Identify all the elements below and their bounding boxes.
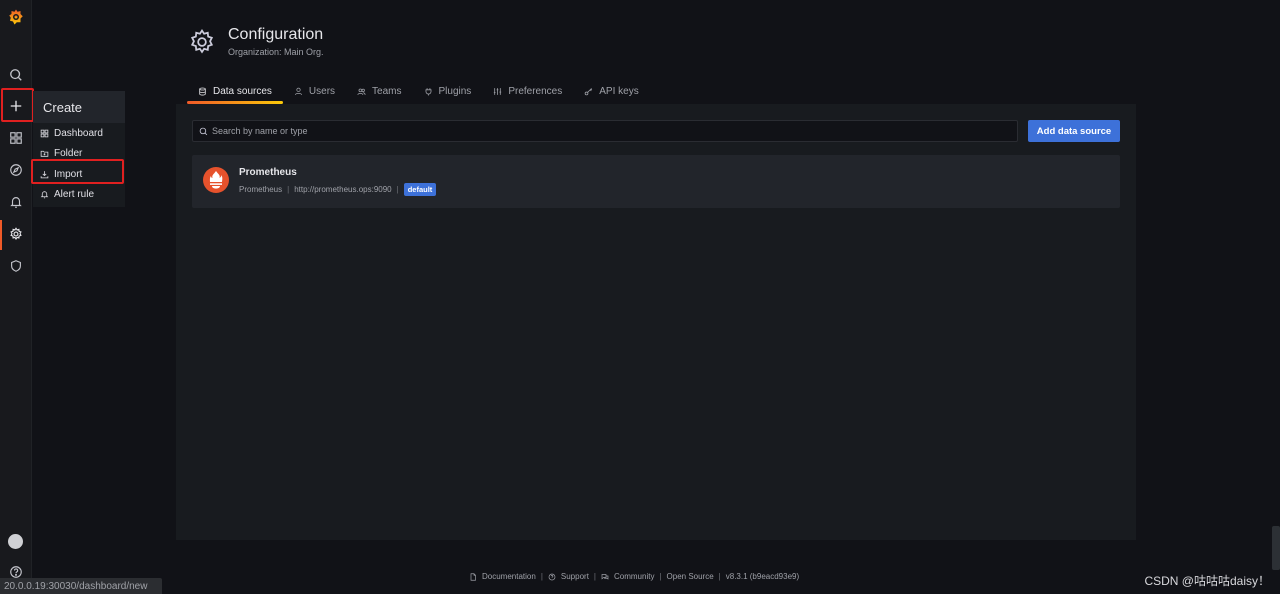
datasource-card[interactable]: Prometheus Prometheus | http://prometheu… [192, 155, 1120, 208]
page-title: Configuration [228, 26, 324, 43]
gear-icon [190, 28, 214, 54]
tab-label: API keys [599, 85, 639, 97]
shield-icon[interactable] [0, 252, 32, 280]
tab-label: Teams [372, 85, 402, 97]
folder-plus-icon [40, 151, 49, 157]
page-subtitle: Organization: Main Org. [228, 47, 324, 57]
default-badge: default [403, 183, 437, 196]
watermark: CSDN @咕咕咕daisy！ [1144, 574, 1270, 588]
database-icon [199, 87, 206, 95]
tab-api-keys[interactable]: API keys [573, 80, 649, 102]
footer: Documentation | Support | Community | Op… [469, 572, 799, 581]
datasource-meta: Prometheus | http://prometheus.ops:9090 … [239, 183, 437, 196]
create-menu-item-folder[interactable]: Folder [33, 144, 125, 165]
search-icon[interactable] [0, 61, 32, 89]
footer-version: v8.3.1 (b9eacd93e9) [725, 572, 800, 581]
tab-label: Preferences [508, 85, 563, 97]
tab-preferences[interactable]: Preferences [482, 80, 573, 102]
gear-icon[interactable] [0, 220, 32, 248]
create-menu-item-label: Import [54, 168, 83, 180]
separator: | [396, 185, 399, 194]
add-data-source-button[interactable]: Add data source [1028, 120, 1120, 142]
create-menu-title[interactable]: Create [33, 91, 125, 123]
question-circle-icon [548, 573, 556, 580]
sidebar [0, 0, 32, 594]
plus-icon[interactable] [0, 92, 32, 120]
datasource-name[interactable]: Prometheus [239, 167, 297, 178]
users-icon [357, 88, 366, 95]
page-header: Configuration Organization: Main Org. [188, 26, 324, 57]
tab-label: Users [308, 85, 336, 97]
tab-data-sources[interactable]: Data sources [187, 80, 283, 104]
tab-label: Data sources [213, 85, 272, 97]
separator: | [540, 572, 543, 581]
user-icon [294, 87, 302, 95]
footer-link-support[interactable]: Support [561, 572, 589, 581]
bell-icon[interactable] [0, 188, 32, 216]
import-icon [40, 170, 49, 179]
browser-status-bar: 20.0.0.19:30030/dashboard/new [0, 578, 162, 594]
prometheus-logo-icon [203, 167, 229, 193]
datasources-panel: Add data source Prometheus Prometheus | … [176, 104, 1136, 540]
create-menu-item-label: Folder [54, 148, 83, 160]
create-menu-item-dashboard[interactable]: Dashboard [33, 123, 125, 144]
scrollbar[interactable] [1272, 526, 1280, 570]
plug-icon [425, 87, 431, 95]
bell-icon [40, 191, 49, 199]
create-menu-item-import[interactable]: Import [33, 164, 125, 185]
comments-icon [601, 573, 609, 580]
document-icon [470, 572, 476, 581]
search-input[interactable] [212, 126, 992, 136]
separator: | [718, 572, 721, 581]
separator: | [593, 572, 596, 581]
create-menu-item-label: Alert rule [54, 189, 95, 201]
search-field[interactable] [192, 120, 1018, 142]
datasource-type: Prometheus [239, 185, 283, 194]
create-menu-item-alert-rule[interactable]: Alert rule [33, 185, 125, 206]
datasource-url: http://prometheus.ops:9090 [294, 185, 392, 194]
compass-icon[interactable] [0, 156, 32, 184]
tab-label: Plugins [438, 85, 472, 97]
tab-teams[interactable]: Teams [346, 80, 412, 102]
create-menu: Create Dashboard Folder Import Alert rul… [33, 91, 125, 207]
avatar[interactable] [8, 534, 23, 549]
sliders-icon [494, 87, 502, 95]
footer-link-documentation[interactable]: Documentation [482, 572, 536, 581]
search-icon [199, 127, 208, 135]
grid-icon [40, 129, 49, 138]
key-icon [584, 87, 593, 95]
grafana-logo-icon[interactable] [0, 3, 32, 31]
footer-link-open-source[interactable]: Open Source [667, 572, 714, 581]
tab-bar: Data sources Users Teams Plugins Prefere… [187, 80, 650, 104]
footer-link-community[interactable]: Community [614, 572, 654, 581]
tab-plugins[interactable]: Plugins [413, 80, 483, 102]
create-menu-item-label: Dashboard [54, 127, 103, 139]
dashboards-icon[interactable] [0, 124, 32, 152]
separator: | [659, 572, 662, 581]
separator: | [287, 185, 290, 194]
tab-users[interactable]: Users [283, 80, 346, 102]
